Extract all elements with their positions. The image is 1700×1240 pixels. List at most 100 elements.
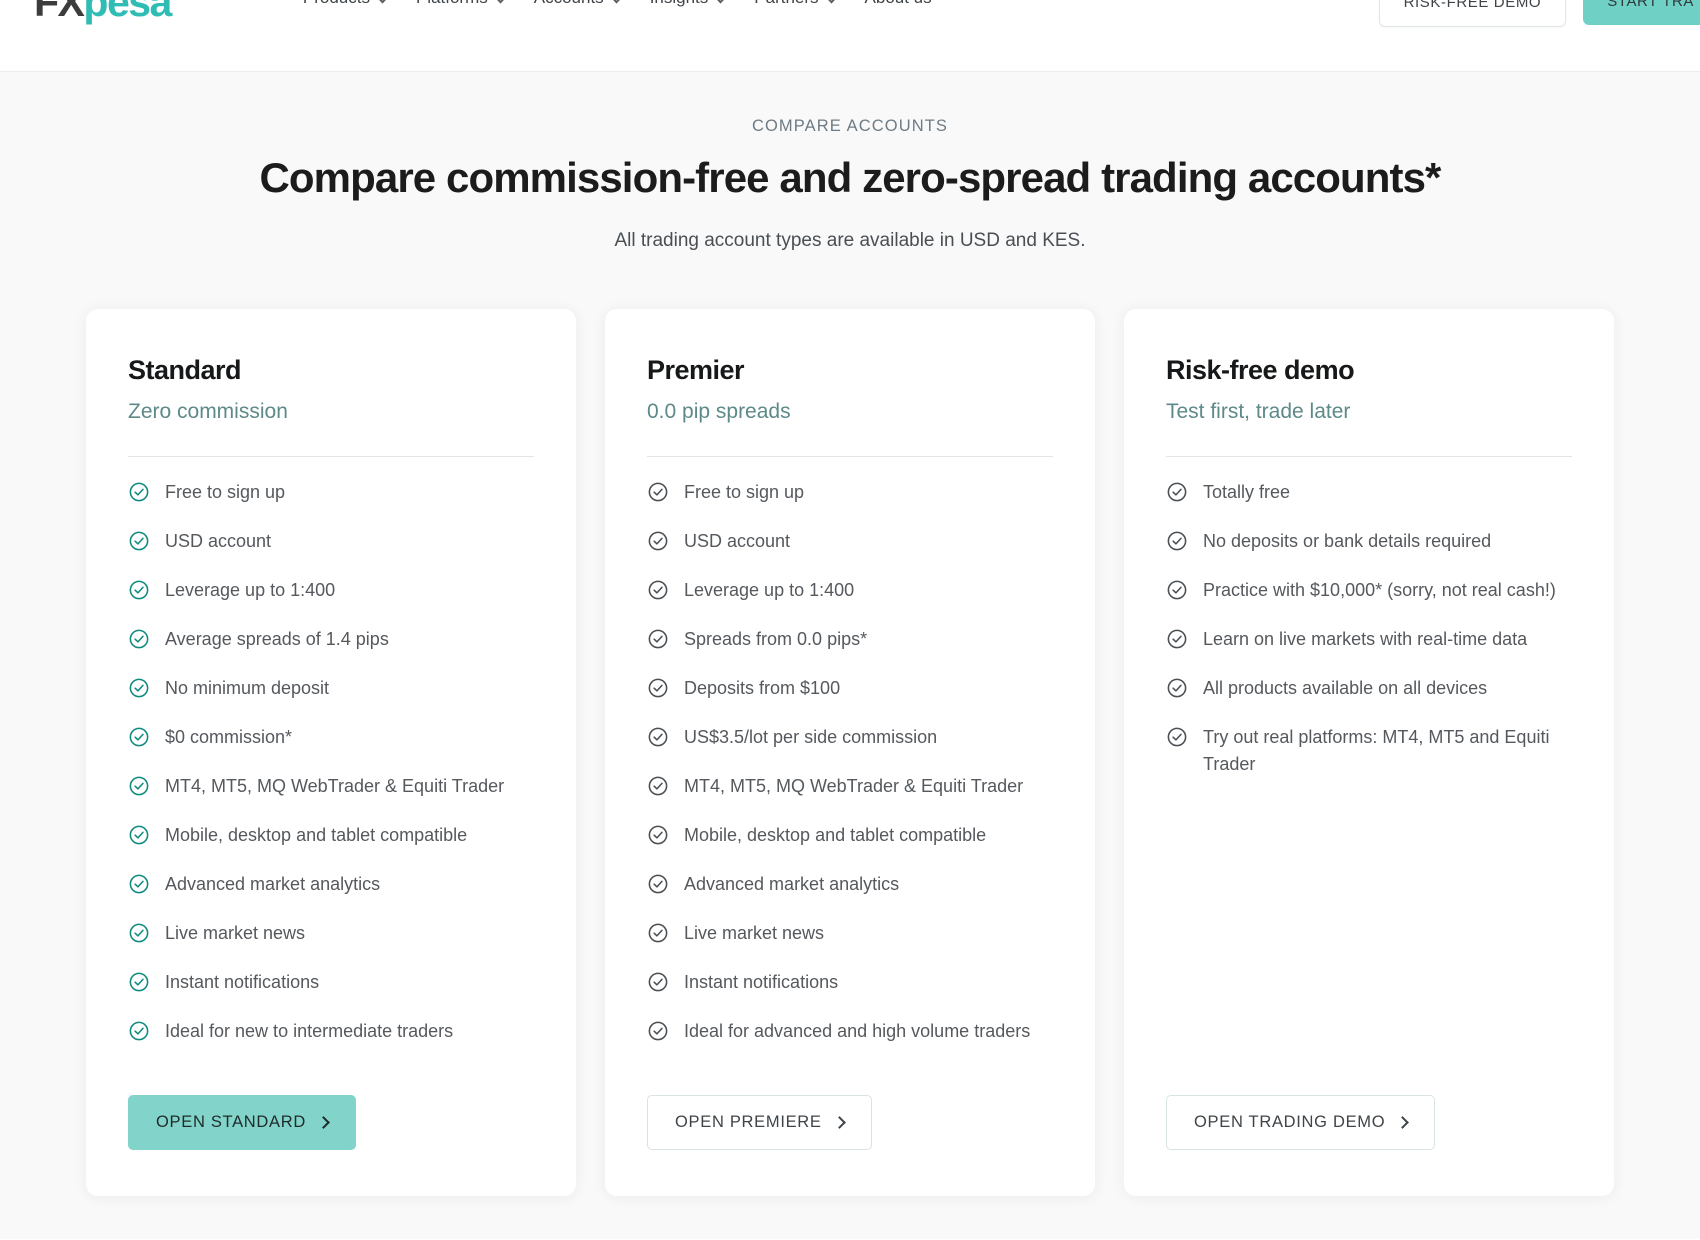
feature-item: MT4, MT5, MQ WebTrader & Equiti Trader (647, 773, 1053, 800)
check-circle-icon (647, 530, 669, 552)
feature-label: Ideal for advanced and high volume trade… (684, 1021, 1031, 1041)
check-circle-icon (647, 1020, 669, 1042)
feature-label: Live market news (165, 923, 306, 943)
check-circle-icon (647, 824, 669, 846)
check-circle-icon (1166, 579, 1188, 601)
feature-item: US$3.5/lot per side commission (647, 724, 1053, 751)
cta-label: OPEN STANDARD (156, 1113, 306, 1131)
card-subtitle: Test first, trade later (1166, 400, 1351, 423)
brand-logo[interactable]: FXpesa (34, 0, 172, 25)
feature-label: US$3.5/lot per side commission (684, 727, 938, 747)
feature-label: Totally free (1203, 482, 1291, 502)
feature-item: Spreads from 0.0 pips* (647, 626, 1053, 653)
feature-item: No deposits or bank details required (1166, 528, 1572, 555)
feature-item: Live market news (128, 920, 534, 947)
nav-item-platforms[interactable]: Platforms (416, 0, 509, 8)
open-trading-demo-button[interactable]: OPEN TRADING DEMO (1166, 1095, 1436, 1150)
feature-list: Free to sign up USD account Leverage up … (647, 479, 1053, 1067)
chevron-down-icon (492, 0, 509, 3)
section-eyebrow: COMPARE ACCOUNTS (751, 117, 949, 135)
feature-label: Free to sign up (684, 482, 805, 502)
chevron-down-icon (608, 0, 624, 3)
chevron-down-icon (713, 0, 729, 3)
feature-label: Practice with $10,000* (sorry, not real … (1203, 580, 1556, 600)
card-title: Standard (128, 355, 242, 385)
nav-item-accounts[interactable]: Accounts (534, 0, 624, 8)
check-circle-icon (128, 530, 150, 552)
check-circle-icon (128, 922, 150, 944)
card-divider (128, 456, 534, 457)
brand-logo-pesa: pesa (83, 0, 172, 25)
feature-label: $0 commission* (165, 727, 293, 747)
feature-label: USD account (684, 531, 791, 551)
check-circle-icon (647, 971, 669, 993)
feature-item: Leverage up to 1:400 (647, 577, 1053, 604)
feature-item: $0 commission* (128, 724, 534, 751)
nav-item-partners[interactable]: Partners (754, 0, 839, 8)
check-circle-icon (1166, 628, 1188, 650)
header-actions: RISK-FREE DEMO START TRA (1378, 0, 1700, 27)
main-navigation: Products Platforms Accounts Insights Par… (303, 0, 932, 8)
open-standard-button[interactable]: OPEN STANDARD (128, 1095, 356, 1150)
feature-item: Advanced market analytics (647, 871, 1053, 898)
feature-item: Free to sign up (128, 479, 534, 506)
account-cards-container: Standard Zero commission Free to sign up… (0, 309, 1700, 1196)
card-divider (1166, 456, 1572, 457)
feature-item: Instant notifications (128, 969, 534, 996)
open-premiere-button[interactable]: OPEN PREMIERE (647, 1095, 872, 1150)
card-cta-wrap: OPEN TRADING DEMO (1166, 1067, 1572, 1196)
cta-label: OPEN TRADING DEMO (1194, 1113, 1386, 1131)
nav-item-about-us[interactable]: About us (865, 0, 932, 8)
cta-label: OPEN PREMIERE (675, 1113, 822, 1131)
check-circle-icon (647, 628, 669, 650)
check-circle-icon (1166, 530, 1188, 552)
chevron-right-icon (1396, 1116, 1410, 1129)
start-trading-button[interactable]: START TRA (1583, 0, 1700, 25)
chevron-down-icon (823, 0, 839, 3)
check-circle-icon (128, 775, 150, 797)
check-circle-icon (647, 481, 669, 503)
feature-label: Advanced market analytics (684, 874, 900, 894)
feature-item: Advanced market analytics (128, 871, 534, 898)
feature-label: Try out real platforms: MT4, MT5 and Equ… (1203, 727, 1550, 774)
check-circle-icon (647, 726, 669, 748)
feature-label: Spreads from 0.0 pips* (684, 629, 868, 649)
feature-item: Ideal for advanced and high volume trade… (647, 1018, 1053, 1045)
check-circle-icon (1166, 481, 1188, 503)
feature-item: Learn on live markets with real-time dat… (1166, 626, 1572, 653)
feature-label: Mobile, desktop and tablet compatible (165, 825, 468, 845)
feature-item: Deposits from $100 (647, 675, 1053, 702)
card-cta-wrap: OPEN PREMIERE (647, 1067, 1053, 1196)
check-circle-icon (128, 579, 150, 601)
feature-item: MT4, MT5, MQ WebTrader & Equiti Trader (128, 773, 534, 800)
risk-free-demo-button[interactable]: RISK-FREE DEMO (1378, 0, 1567, 27)
check-circle-icon (128, 873, 150, 895)
card-subtitle: Zero commission (128, 400, 288, 423)
brand-logo-fx: FX (34, 0, 85, 25)
nav-item-label: Platforms (416, 0, 488, 8)
nav-item-products[interactable]: Products (303, 0, 391, 8)
feature-item: Totally free (1166, 479, 1572, 506)
account-card-premier: Premier 0.0 pip spreads Free to sign up … (605, 309, 1095, 1196)
feature-item: Leverage up to 1:400 (128, 577, 534, 604)
card-subtitle: 0.0 pip spreads (647, 400, 791, 423)
check-circle-icon (647, 677, 669, 699)
feature-item: USD account (128, 528, 534, 555)
feature-item: Ideal for new to intermediate traders (128, 1018, 534, 1045)
account-card-risk-free-demo: Risk-free demo Test first, trade later T… (1124, 309, 1614, 1196)
nav-item-label: Partners (754, 0, 818, 8)
site-header: FXpesa Products Platforms Accounts Insig… (0, 0, 1700, 72)
feature-item: Average spreads of 1.4 pips (128, 626, 534, 653)
feature-label: USD account (165, 531, 272, 551)
feature-item: Live market news (647, 920, 1053, 947)
check-circle-icon (647, 775, 669, 797)
feature-label: Leverage up to 1:400 (165, 580, 336, 600)
nav-item-insights[interactable]: Insights (650, 0, 729, 8)
feature-label: Learn on live markets with real-time dat… (1203, 629, 1528, 649)
check-circle-icon (1166, 726, 1188, 748)
feature-item: Mobile, desktop and tablet compatible (128, 822, 534, 849)
feature-item: Try out real platforms: MT4, MT5 and Equ… (1166, 724, 1572, 778)
feature-list: Totally free No deposits or bank details… (1166, 479, 1572, 800)
feature-item: Free to sign up (647, 479, 1053, 506)
check-circle-icon (128, 628, 150, 650)
